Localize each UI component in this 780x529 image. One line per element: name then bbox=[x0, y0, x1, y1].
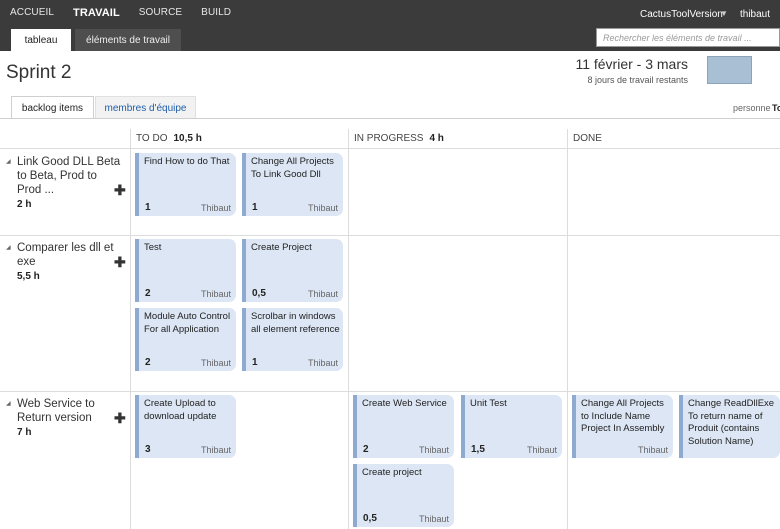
task-card[interactable]: Scrolbar in windows all element referenc… bbox=[242, 308, 343, 371]
column-hours: 4 h bbox=[429, 133, 444, 144]
tab-team-members[interactable]: membres d'équipe bbox=[95, 96, 196, 119]
backlog-item-title[interactable]: Comparer les dll et exe bbox=[17, 241, 121, 269]
task-owner: Thibaut bbox=[200, 289, 231, 299]
project-selector[interactable]: CactusToolVersion bbox=[640, 9, 723, 20]
task-estimate: 2 bbox=[363, 444, 369, 455]
nav-home[interactable]: ACCUEIL bbox=[10, 7, 54, 19]
task-title: Module Auto Control For all Application bbox=[144, 311, 231, 335]
column-name: DONE bbox=[573, 133, 602, 144]
backlog-item-title[interactable]: Web Service to Return version bbox=[17, 397, 121, 425]
task-estimate: 0,5 bbox=[363, 513, 377, 524]
row-divider bbox=[0, 235, 780, 236]
column-divider bbox=[567, 129, 568, 529]
task-owner: Thibaut bbox=[200, 358, 231, 368]
backlog-item-hours: 5,5 h bbox=[17, 271, 40, 282]
task-card[interactable]: Create project 0,5 Thibaut bbox=[353, 464, 454, 527]
task-estimate: 1 bbox=[252, 202, 258, 213]
task-card[interactable]: Create Upload to download update 3 Thiba… bbox=[135, 395, 236, 458]
user-menu[interactable]: thibaut bbox=[740, 9, 770, 20]
task-owner: Thibaut bbox=[526, 445, 557, 455]
task-title: Create Project bbox=[251, 242, 312, 253]
task-card[interactable]: Module Auto Control For all Application … bbox=[135, 308, 236, 371]
task-owner: Thibaut bbox=[307, 289, 338, 299]
task-card[interactable]: Change All Projects to Include Name Proj… bbox=[572, 395, 673, 458]
sprint-dates: 11 février - 3 mars bbox=[575, 56, 688, 72]
main-nav: ACCUEIL TRAVAIL SOURCE BUILD bbox=[10, 7, 250, 19]
task-card[interactable]: Create Web Service 2 Thibaut bbox=[353, 395, 454, 458]
task-card[interactable]: Unit Test 1,5 Thibaut bbox=[461, 395, 562, 458]
top-navigation-bar: ACCUEIL TRAVAIL SOURCE BUILD CactusToolV… bbox=[0, 0, 780, 51]
task-title: Scrolbar in windows all element referenc… bbox=[251, 311, 340, 335]
task-owner: Thibaut bbox=[637, 445, 668, 455]
task-estimate: 2 bbox=[145, 288, 151, 299]
tab-divider bbox=[0, 118, 780, 119]
plus-icon[interactable]: ✚ bbox=[114, 183, 126, 197]
task-title: Change All Projects to Include Name Proj… bbox=[581, 398, 665, 434]
task-card[interactable]: Change ReadDllExe To return name of Prod… bbox=[679, 395, 780, 458]
task-owner: Thibaut bbox=[418, 514, 449, 524]
task-estimate: 1,5 bbox=[471, 444, 485, 455]
chevron-down-icon[interactable]: ▼ bbox=[720, 9, 728, 18]
remaining-days: 8 jours de travail restants bbox=[587, 75, 688, 85]
backlog-item-title[interactable]: Link Good DLL Beta to Beta, Prod to Prod… bbox=[17, 155, 121, 197]
tab-board[interactable]: tableau bbox=[11, 29, 71, 51]
task-card[interactable]: Create Project 0,5 Thibaut bbox=[242, 239, 343, 302]
task-estimate: 1 bbox=[252, 357, 258, 368]
task-title: Unit Test bbox=[470, 398, 507, 409]
filter-value[interactable]: To bbox=[772, 103, 780, 113]
task-owner: Thibaut bbox=[307, 358, 338, 368]
triangle-icon[interactable]: ◢ bbox=[6, 158, 11, 165]
plus-icon[interactable]: ✚ bbox=[114, 255, 126, 269]
task-owner: Thibaut bbox=[307, 203, 338, 213]
nav-build[interactable]: BUILD bbox=[201, 7, 231, 19]
column-header-done: DONE bbox=[573, 133, 602, 144]
page-title: Sprint 2 bbox=[6, 62, 72, 83]
task-estimate: 3 bbox=[145, 444, 151, 455]
task-title: Create project bbox=[362, 467, 422, 478]
burndown-chart-thumbnail[interactable] bbox=[707, 56, 752, 84]
task-card[interactable]: Test 2 Thibaut bbox=[135, 239, 236, 302]
task-title: Change All Projects To Link Good Dll bbox=[251, 156, 334, 180]
plus-icon[interactable]: ✚ bbox=[114, 411, 126, 425]
task-estimate: 1 bbox=[145, 202, 151, 213]
search-input[interactable]: Rechercher les éléments de travail ... bbox=[596, 28, 780, 47]
task-owner: Thibaut bbox=[418, 445, 449, 455]
column-header-todo: TO DO 10,5 h bbox=[136, 133, 202, 144]
task-owner: Thibaut bbox=[200, 445, 231, 455]
triangle-icon[interactable]: ◢ bbox=[6, 400, 11, 407]
task-estimate: 0,5 bbox=[252, 288, 266, 299]
task-estimate: 2 bbox=[145, 357, 151, 368]
column-header-in-progress: IN PROGRESS 4 h bbox=[354, 133, 444, 144]
column-divider bbox=[348, 129, 349, 529]
nav-source[interactable]: SOURCE bbox=[139, 7, 182, 19]
backlog-item-hours: 2 h bbox=[17, 199, 32, 210]
backlog-item-hours: 7 h bbox=[17, 427, 32, 438]
tab-work-items[interactable]: éléments de travail bbox=[75, 29, 181, 51]
filter-label: personne bbox=[733, 103, 771, 113]
tab-backlog-items[interactable]: backlog items bbox=[11, 96, 94, 119]
task-card[interactable]: Change All Projects To Link Good Dll 1 T… bbox=[242, 153, 343, 216]
column-name: IN PROGRESS bbox=[354, 133, 424, 144]
task-title: Create Upload to download update bbox=[144, 398, 217, 422]
task-card[interactable]: Find How to do That 1 Thibaut bbox=[135, 153, 236, 216]
nav-work[interactable]: TRAVAIL bbox=[73, 7, 120, 19]
row-divider bbox=[0, 391, 780, 392]
task-title: Find How to do That bbox=[144, 156, 230, 167]
task-owner: Thibaut bbox=[200, 203, 231, 213]
column-divider bbox=[130, 129, 131, 529]
column-name: TO DO bbox=[136, 133, 168, 144]
task-title: Change ReadDllExe To return name of Prod… bbox=[688, 398, 775, 447]
column-hours: 10,5 h bbox=[173, 133, 202, 144]
task-title: Create Web Service bbox=[362, 398, 447, 409]
task-title: Test bbox=[144, 242, 162, 253]
triangle-icon[interactable]: ◢ bbox=[6, 244, 11, 251]
header-divider bbox=[0, 148, 780, 149]
